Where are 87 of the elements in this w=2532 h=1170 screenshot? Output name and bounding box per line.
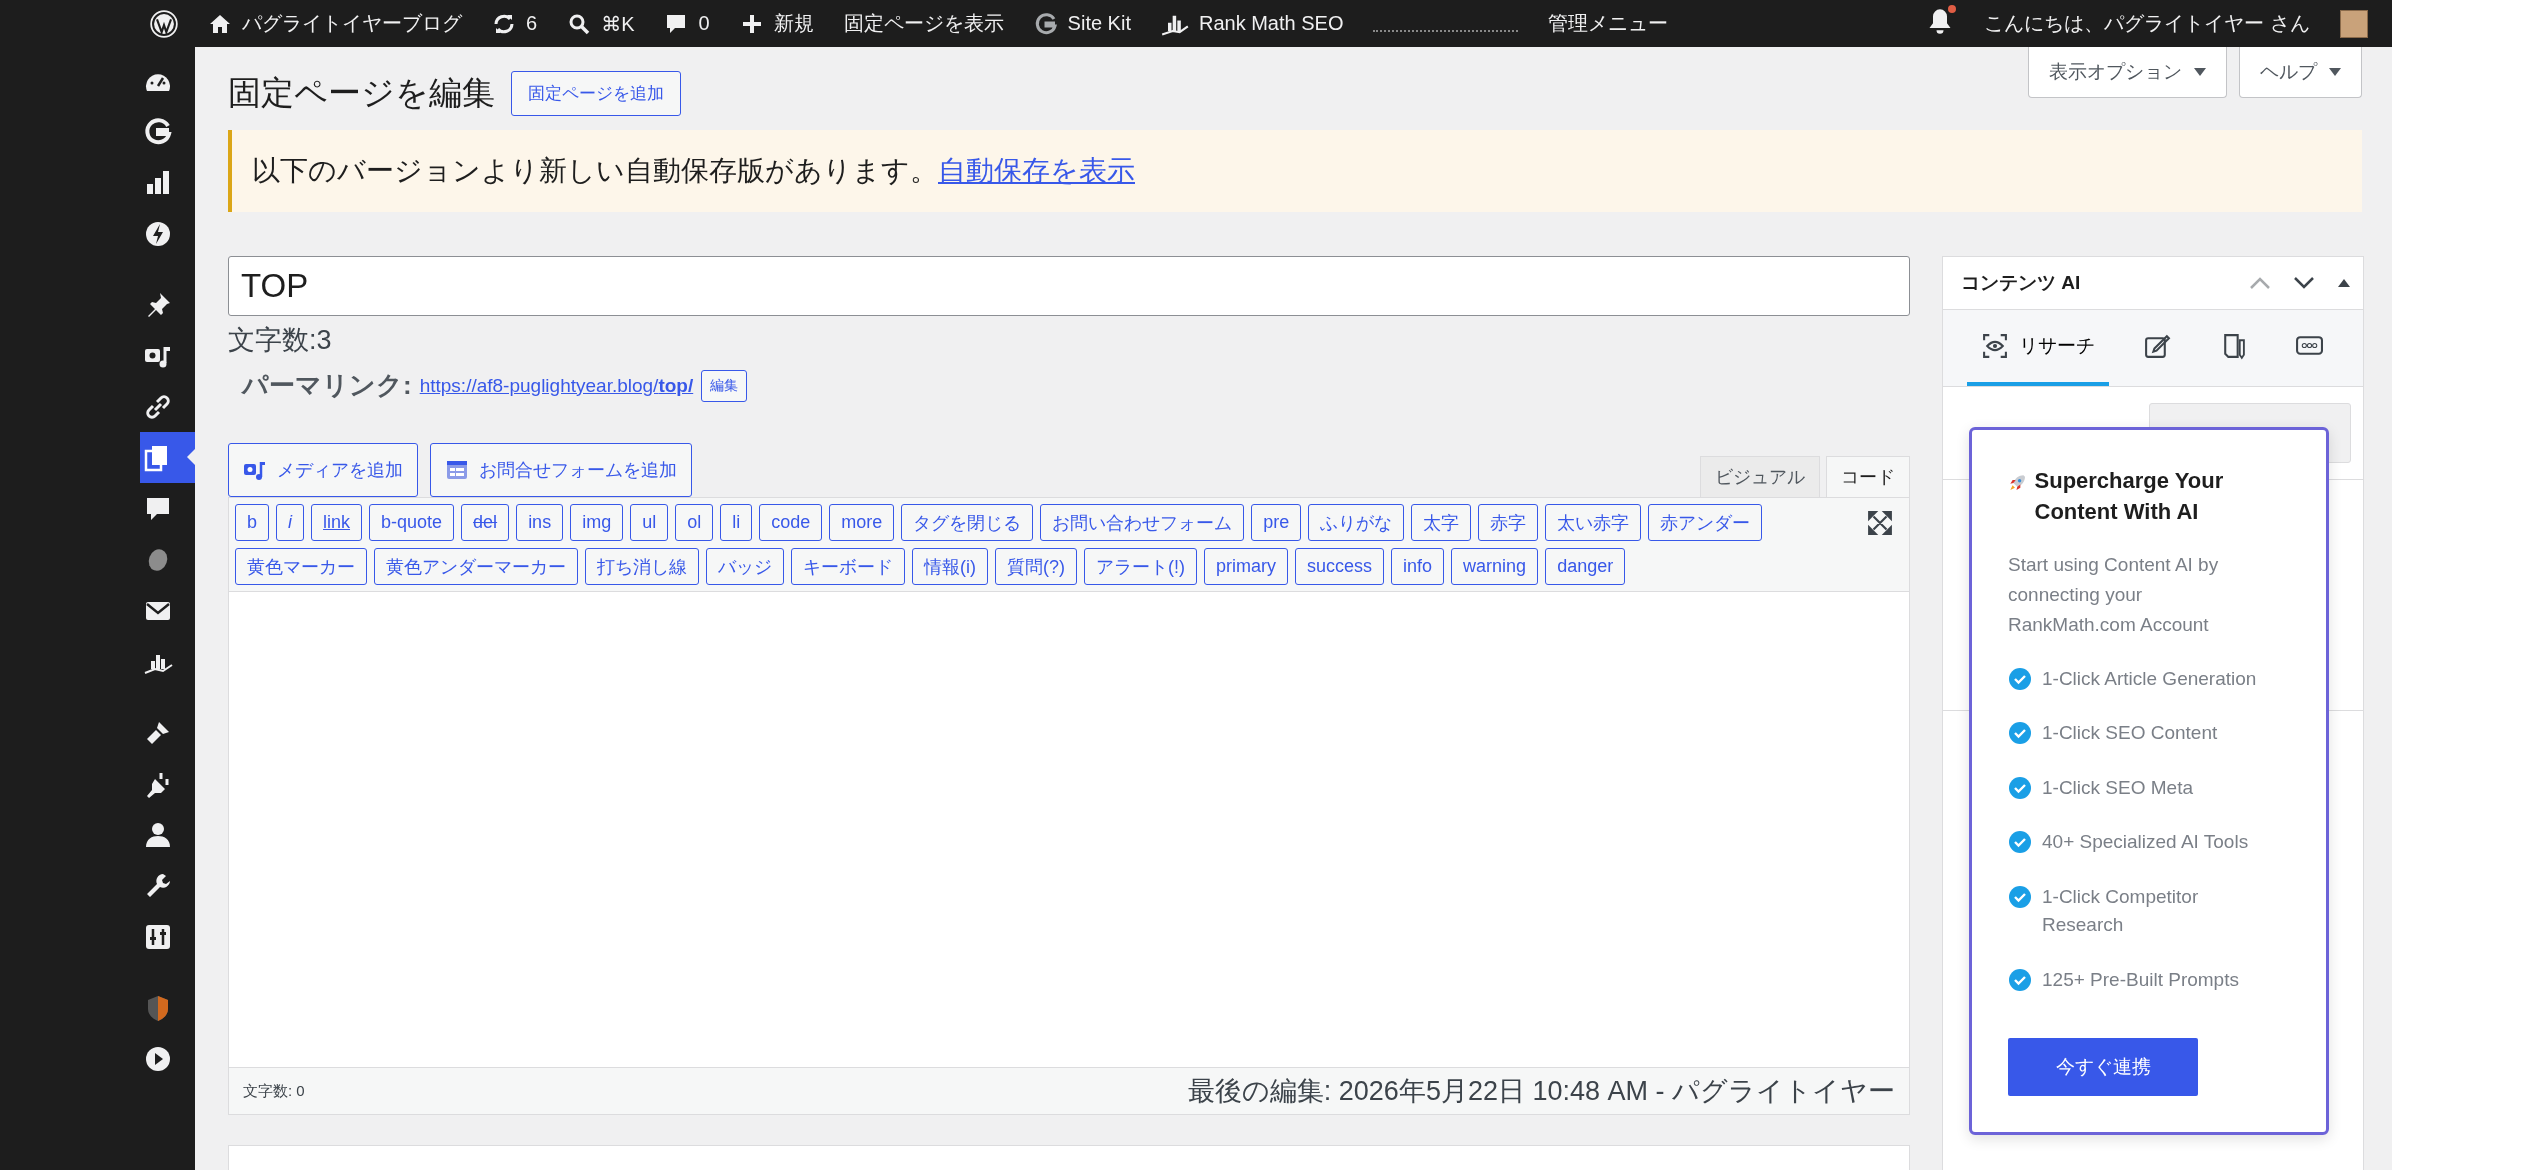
quicktag-button[interactable]: b-quote xyxy=(369,504,455,541)
editor-tab[interactable]: コード xyxy=(1826,456,1910,497)
quicktag-button[interactable]: 赤字 xyxy=(1478,504,1539,541)
check-circle-icon xyxy=(2008,967,2032,992)
fullscreen-icon[interactable] xyxy=(1867,510,1893,536)
site-name-link[interactable]: パグライトイヤーブログ xyxy=(242,10,462,37)
screen-tab-button[interactable]: ヘルプ xyxy=(2239,47,2362,98)
quicktag-button[interactable]: warning xyxy=(1451,548,1539,585)
feature-text: 1-Click SEO Content xyxy=(2042,721,2218,746)
title-character-count: 文字数:3 xyxy=(228,324,333,357)
quicktag-button[interactable]: danger xyxy=(1545,548,1626,585)
pencil-square-icon xyxy=(2143,332,2171,360)
admin-menu-link[interactable]: 管理メニュー xyxy=(1548,10,1669,37)
comments-count[interactable]: 0 xyxy=(698,12,710,35)
panel-title: コンテンツ AI xyxy=(1961,271,2081,295)
quicktag-button[interactable]: 黄色アンダーマーカー xyxy=(374,548,578,585)
quicktag-button[interactable]: ins xyxy=(516,504,564,541)
feature-text: 1-Click Competitor Research xyxy=(2042,884,2200,938)
eye-icon xyxy=(1981,332,2009,360)
quicktag-button[interactable]: 質問(?) xyxy=(995,548,1077,585)
new-link[interactable]: 新規 xyxy=(773,10,814,37)
check-circle-icon xyxy=(2008,666,2032,691)
triangle-up-icon[interactable] xyxy=(2337,278,2351,288)
feature-text: 40+ Specialized AI Tools xyxy=(2042,830,2249,855)
quicktag-button[interactable]: 情報(i) xyxy=(912,548,988,585)
quicktag-button[interactable]: more xyxy=(829,504,895,541)
avatar[interactable] xyxy=(2340,9,2368,38)
quicktag-button[interactable]: primary xyxy=(1204,548,1288,585)
greeting[interactable]: こんにちは、パグライトイヤー さん xyxy=(1984,10,2310,37)
quicktag-button[interactable]: b xyxy=(235,504,269,541)
form-icon xyxy=(445,458,469,482)
quicktag-button[interactable]: 赤アンダー xyxy=(1648,504,1763,541)
popup-title: Supercharge Your Content With AI xyxy=(2034,467,2225,526)
autosave-link[interactable]: 自動保存を表示 xyxy=(938,155,1135,186)
quicktag-button[interactable]: お問い合わせフォーム xyxy=(1040,504,1245,541)
edit-permalink-button[interactable]: 編集 xyxy=(701,369,748,402)
quicktag-button[interactable]: info xyxy=(1391,548,1445,585)
check-circle-icon xyxy=(2008,775,2032,800)
last-edited-text: 最後の編集: 2026年5月22日 10:48 AM - パグライトイヤー xyxy=(1187,1075,1895,1108)
feature-text: 1-Click Article Generation xyxy=(2042,666,2257,691)
quicktag-button[interactable]: code xyxy=(759,504,823,541)
wordpress-logo[interactable] xyxy=(150,9,178,38)
letter-g-icon xyxy=(1033,11,1058,36)
permalink-link[interactable]: https://af8-puglightyear.blog/top/ xyxy=(419,374,694,397)
page-title: 固定ページを編集 xyxy=(228,73,495,113)
check-circle-icon xyxy=(2008,721,2032,746)
check-circle-icon xyxy=(2008,884,2032,909)
quicktag-button[interactable]: キーボード xyxy=(791,548,905,585)
updates-count[interactable]: 6 xyxy=(526,12,538,35)
permalink-label: パーマリンク: xyxy=(242,369,412,402)
rank-math-link[interactable]: Rank Math SEO xyxy=(1198,12,1344,35)
quicktag-button[interactable]: ol xyxy=(675,504,714,541)
quicktag-button[interactable]: del xyxy=(461,504,510,541)
connect-button[interactable]: 今すぐ連携 xyxy=(2008,1038,2198,1097)
title-field[interactable]: TOP xyxy=(228,256,1910,316)
editor-tab[interactable]: ビジュアル xyxy=(1700,456,1820,497)
quicktag-button[interactable]: ul xyxy=(630,504,669,541)
autosave-notice: 以下のバージョンより新しい自動保存版があります。自動保存を表示 xyxy=(228,130,2362,212)
add-form-button[interactable]: お問合せフォームを追加 xyxy=(430,443,692,497)
quicktag-button[interactable]: li xyxy=(720,504,753,541)
quicktag-button[interactable]: 打ち消し線 xyxy=(585,548,699,585)
wordpress-icon xyxy=(150,9,178,38)
search-shortcut[interactable]: ⌘K xyxy=(601,11,635,36)
add-page-button[interactable]: 固定ページを追加 xyxy=(511,71,681,116)
quicktag-button[interactable]: i xyxy=(276,504,304,541)
quicktag-button[interactable]: 太字 xyxy=(1411,504,1472,541)
word-count: 文字数: 0 xyxy=(243,1081,305,1101)
quicktag-button[interactable]: pre xyxy=(1251,504,1302,541)
add-media-button[interactable]: メディアを追加 xyxy=(228,443,418,497)
quicktag-button[interactable]: link xyxy=(311,504,363,541)
quicktag-button[interactable]: ふりがな xyxy=(1308,504,1405,541)
feature-text: 1-Click SEO Meta xyxy=(2042,775,2193,800)
quicktag-button[interactable]: アラート(!) xyxy=(1084,548,1197,585)
chevron-down-icon[interactable] xyxy=(2293,276,2315,290)
quicktag-button[interactable]: 太い赤字 xyxy=(1545,504,1642,541)
quicktag-button[interactable]: バッジ xyxy=(706,548,784,585)
check-circle-icon xyxy=(2008,830,2032,855)
screen-tab-button[interactable]: 表示オプション xyxy=(2028,47,2227,98)
feature-text: 125+ Pre-Built Prompts xyxy=(2042,967,2239,992)
quicktag-button[interactable]: 黄色マーカー xyxy=(235,548,367,585)
quicktag-button[interactable]: タグを閉じる xyxy=(901,504,1034,541)
letter-g-icon xyxy=(143,116,173,147)
site-kit-link[interactable]: Site Kit xyxy=(1067,12,1131,35)
popup-description: Start using Content AI by connecting your RankMath.com Account xyxy=(2008,552,2220,638)
view-page-link[interactable]: 固定ページを表示 xyxy=(843,10,1004,37)
quicktag-button[interactable]: success xyxy=(1295,548,1385,585)
quicktag-button[interactable]: img xyxy=(570,504,624,541)
